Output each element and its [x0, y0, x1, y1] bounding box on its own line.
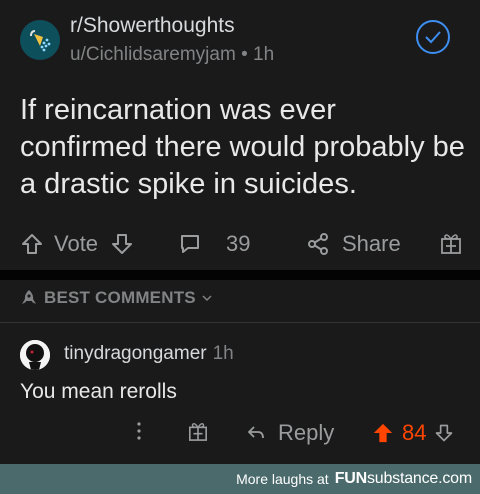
comment-header: tinydragongamer 1h: [64, 343, 234, 365]
shower-icon: [27, 27, 53, 53]
comment-age: 1h: [212, 343, 234, 364]
share-icon: [306, 232, 330, 256]
post-title: If reincarnation was ever confirmed ther…: [20, 94, 465, 200]
more-icon: [132, 420, 146, 442]
comment-action-bar: Reply 84: [0, 420, 480, 452]
comment-sort-button[interactable]: BEST COMMENTS: [20, 288, 212, 308]
post-age: 1h: [253, 44, 275, 65]
comment-body: You mean rerolls: [20, 380, 177, 403]
checkmark-icon: [424, 30, 442, 44]
comments-separator: [0, 322, 480, 323]
watermark-bar: More laughs at FUNsubstance.com: [0, 464, 480, 494]
comment-award-button[interactable]: [188, 420, 208, 442]
meta-separator: •: [241, 44, 253, 65]
comment-username[interactable]: tinydragongamer: [64, 343, 207, 364]
post-card: r/Showerthoughts u/Cichlidsaremyjam • 1h…: [0, 0, 480, 280]
downvote-icon[interactable]: [434, 422, 454, 444]
subreddit-name[interactable]: r/Showerthoughts: [70, 14, 235, 38]
comment-icon: [178, 232, 202, 256]
vote-label: Vote: [54, 231, 99, 256]
vote-group: Vote: [20, 231, 134, 257]
upvote-icon[interactable]: [372, 422, 394, 444]
comments-button[interactable]: 39: [178, 231, 250, 257]
comment-sort-label: BEST COMMENTS: [44, 288, 196, 307]
join-button[interactable]: [416, 20, 450, 54]
gift-icon: [188, 420, 208, 442]
share-button[interactable]: Share: [306, 231, 401, 257]
chevron-down-icon: [202, 294, 212, 302]
comment-vote-group: 84: [372, 420, 454, 446]
post-action-bar: Vote 39 Share: [0, 225, 480, 267]
section-divider: [0, 270, 480, 280]
watermark-brand-rest: substance.com: [366, 470, 472, 487]
reply-icon: [246, 423, 266, 443]
more-options-button[interactable]: [132, 420, 146, 442]
comment-score: 84: [402, 420, 427, 445]
reply-label: Reply: [278, 420, 335, 445]
post-author[interactable]: u/Cichlidsaremyjam: [70, 44, 236, 65]
share-label: Share: [342, 231, 401, 256]
subreddit-avatar[interactable]: [20, 20, 60, 60]
award-button[interactable]: [440, 231, 462, 255]
post-meta: u/Cichlidsaremyjam • 1h: [70, 44, 274, 66]
rocket-icon: [20, 289, 38, 307]
watermark-brand-bold: FUN: [334, 470, 367, 487]
upvote-icon[interactable]: [20, 232, 44, 256]
downvote-icon[interactable]: [110, 232, 134, 256]
avatar[interactable]: [20, 340, 50, 370]
reply-button[interactable]: Reply: [246, 420, 334, 446]
watermark-text: More laughs at: [236, 471, 329, 487]
comment-count: 39: [226, 231, 251, 256]
watermark-brand: FUNsubstance.com: [334, 470, 473, 488]
gift-icon: [440, 231, 462, 255]
